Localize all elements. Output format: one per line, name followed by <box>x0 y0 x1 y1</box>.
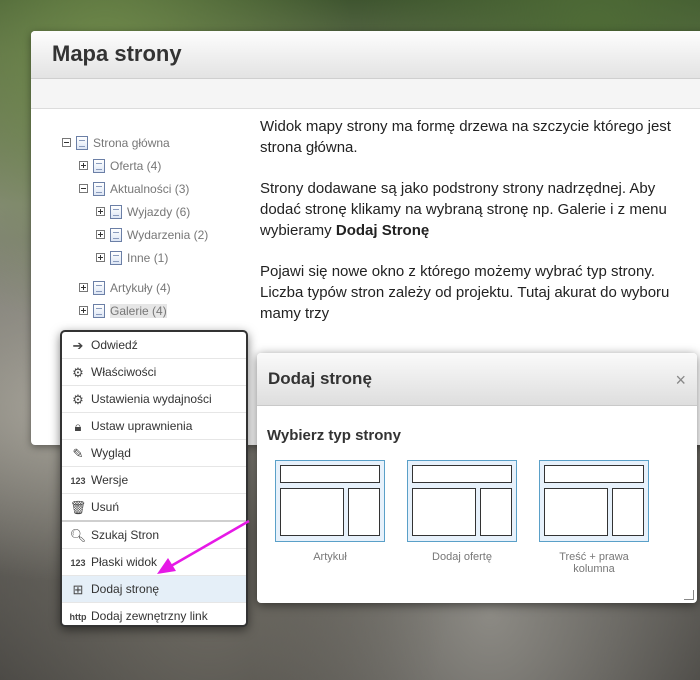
template-tresc-prawa-kolumna[interactable]: Treść + prawa kolumna <box>539 460 649 575</box>
add-page-dialog: Dodaj stronę × Wybierz typ strony Artyku… <box>257 353 697 603</box>
menu-item-odwiedz[interactable]: ➔ Odwiedź <box>62 332 246 359</box>
tree-node-wyjazdy[interactable]: Wyjazdy (6) <box>96 202 190 220</box>
tree-node-label[interactable]: Aktualności (3) <box>110 182 189 196</box>
template-dodaj-oferte[interactable]: Dodaj ofertę <box>407 460 517 563</box>
gear-speed-icon: ⚙ <box>72 391 84 407</box>
menu-item-wlasciwosci[interactable]: ⚙ Właściwości <box>62 359 246 386</box>
tree-node-label[interactable]: Oferta (4) <box>110 159 161 173</box>
menu-item-label: Dodaj zewnętrzny link <box>91 609 208 623</box>
menu-item-ustawienia-wydajnosci[interactable]: ⚙ Ustawienia wydajności <box>62 386 246 413</box>
context-menu: ➔ Odwiedź ⚙ Właściwości ⚙ Ustawienia wydajn… <box>60 330 248 627</box>
tree-node-label[interactable]: Galerie (4) <box>110 303 167 318</box>
resize-handle-icon[interactable] <box>684 590 694 600</box>
search-page-icon: 🔍︎ <box>69 527 87 543</box>
sitemap-toolbar <box>31 79 700 109</box>
menu-item-szukaj-stron[interactable]: 🔍︎ Szukaj Stron <box>62 522 246 549</box>
numbers-icon: 123 <box>70 475 86 486</box>
paint-icon: ✎ <box>72 445 84 461</box>
expand-icon[interactable] <box>96 230 105 240</box>
menu-item-label: Szukaj Stron <box>91 528 160 542</box>
menu-item-dodaj-link[interactable]: http Dodaj zewnętrzny link <box>62 603 246 629</box>
tree-node-label[interactable]: Inne (1) <box>127 251 168 265</box>
sitemap-header: Mapa strony <box>31 31 700 79</box>
dialog-header: Dodaj stronę × <box>257 353 697 406</box>
page-icon <box>110 227 122 242</box>
page-icon <box>93 181 105 196</box>
add-page-icon: ⊞ <box>72 581 84 597</box>
expand-icon[interactable] <box>79 306 88 316</box>
menu-item-usun[interactable]: 🗑︎ Usuń <box>62 494 246 522</box>
menu-item-wersje[interactable]: 123 Wersje <box>62 467 246 494</box>
template-label: Dodaj ofertę <box>432 551 492 563</box>
expand-icon[interactable] <box>96 253 105 263</box>
description-paragraph-1: Widok mapy strony ma formę drzewa na szc… <box>260 118 671 156</box>
http-link-icon: http <box>69 611 87 622</box>
page-icon <box>110 204 122 219</box>
trash-icon: 🗑︎ <box>69 499 87 515</box>
collapse-icon[interactable] <box>62 138 71 148</box>
description-bold: Dodaj Stronę <box>335 222 430 239</box>
tree-node-label[interactable]: Wydarzenia (2) <box>127 228 208 242</box>
menu-item-plaski-widok[interactable]: 123 Płaski widok <box>62 549 246 576</box>
expand-icon[interactable] <box>79 161 88 171</box>
page-icon <box>93 158 105 173</box>
description: Widok mapy strony ma formę drzewa na szc… <box>260 116 690 335</box>
collapse-icon[interactable] <box>79 184 88 194</box>
template-label: Artykuł <box>313 551 347 563</box>
tree-node-label[interactable]: Artykuły (4) <box>110 281 171 295</box>
tree-node-galerie[interactable]: Galerie (4) <box>79 301 167 319</box>
template-artykul[interactable]: Artykuł <box>275 460 385 563</box>
gears-icon: ⚙ <box>72 364 84 380</box>
menu-item-label: Wygląd <box>91 446 131 460</box>
page-icon <box>93 303 105 318</box>
menu-item-label: Usuń <box>91 500 120 514</box>
menu-item-dodaj-strone[interactable]: ⊞ Dodaj stronę <box>62 576 246 603</box>
menu-item-label: Ustawienia wydajności <box>91 392 212 406</box>
page-icon <box>93 280 105 295</box>
dialog-subtitle: Wybierz typ strony <box>267 427 401 444</box>
expand-icon[interactable] <box>79 283 88 293</box>
page-icon <box>76 135 88 150</box>
page-icon <box>110 250 122 265</box>
flat-view-icon: 123 <box>70 557 86 568</box>
template-label: Treść + prawa kolumna <box>559 551 629 575</box>
tree-node-artykuly[interactable]: Artykuły (4) <box>79 278 171 296</box>
tree-node-wydarzenia[interactable]: Wydarzenia (2) <box>96 225 208 243</box>
page-title: Mapa strony <box>52 41 182 66</box>
description-text: Strony dodawane są jako podstrony strony… <box>260 180 667 239</box>
template-thumbnail[interactable] <box>407 460 517 542</box>
tree-node-label[interactable]: Strona główna <box>93 136 170 150</box>
tree-node-inne[interactable]: Inne (1) <box>96 248 168 266</box>
menu-item-label: Płaski widok <box>91 555 158 569</box>
tree-node-label[interactable]: Wyjazdy (6) <box>127 205 190 219</box>
menu-item-label: Odwiedź <box>91 338 138 352</box>
menu-item-label: Wersje <box>91 473 129 487</box>
template-thumbnail[interactable] <box>275 460 385 542</box>
menu-item-wyglad[interactable]: ✎ Wygląd <box>62 440 246 467</box>
menu-item-label: Dodaj stronę <box>91 582 160 596</box>
arrow-right-icon: ➔ <box>72 337 84 353</box>
template-thumbnail[interactable] <box>539 460 649 542</box>
expand-icon[interactable] <box>96 207 105 217</box>
tree-node-oferta[interactable]: Oferta (4) <box>79 156 161 174</box>
dialog-title: Dodaj stronę <box>268 369 372 388</box>
menu-item-label: Ustaw uprawnienia <box>91 419 193 433</box>
description-paragraph-2: Strony dodawane są jako podstrony strony… <box>260 178 690 241</box>
tree-node-aktualnosci[interactable]: Aktualności (3) <box>79 179 189 197</box>
close-icon[interactable]: × <box>675 370 686 391</box>
tree-node-home[interactable]: Strona główna <box>62 133 170 151</box>
description-paragraph-3: Pojawi się nowe okno z którego możemy wy… <box>260 263 670 322</box>
menu-item-label: Właściwości <box>91 365 157 379</box>
lock-icon: 🔒︎ <box>74 418 82 434</box>
menu-item-ustaw-uprawnienia[interactable]: 🔒︎ Ustaw uprawnienia <box>62 413 246 440</box>
